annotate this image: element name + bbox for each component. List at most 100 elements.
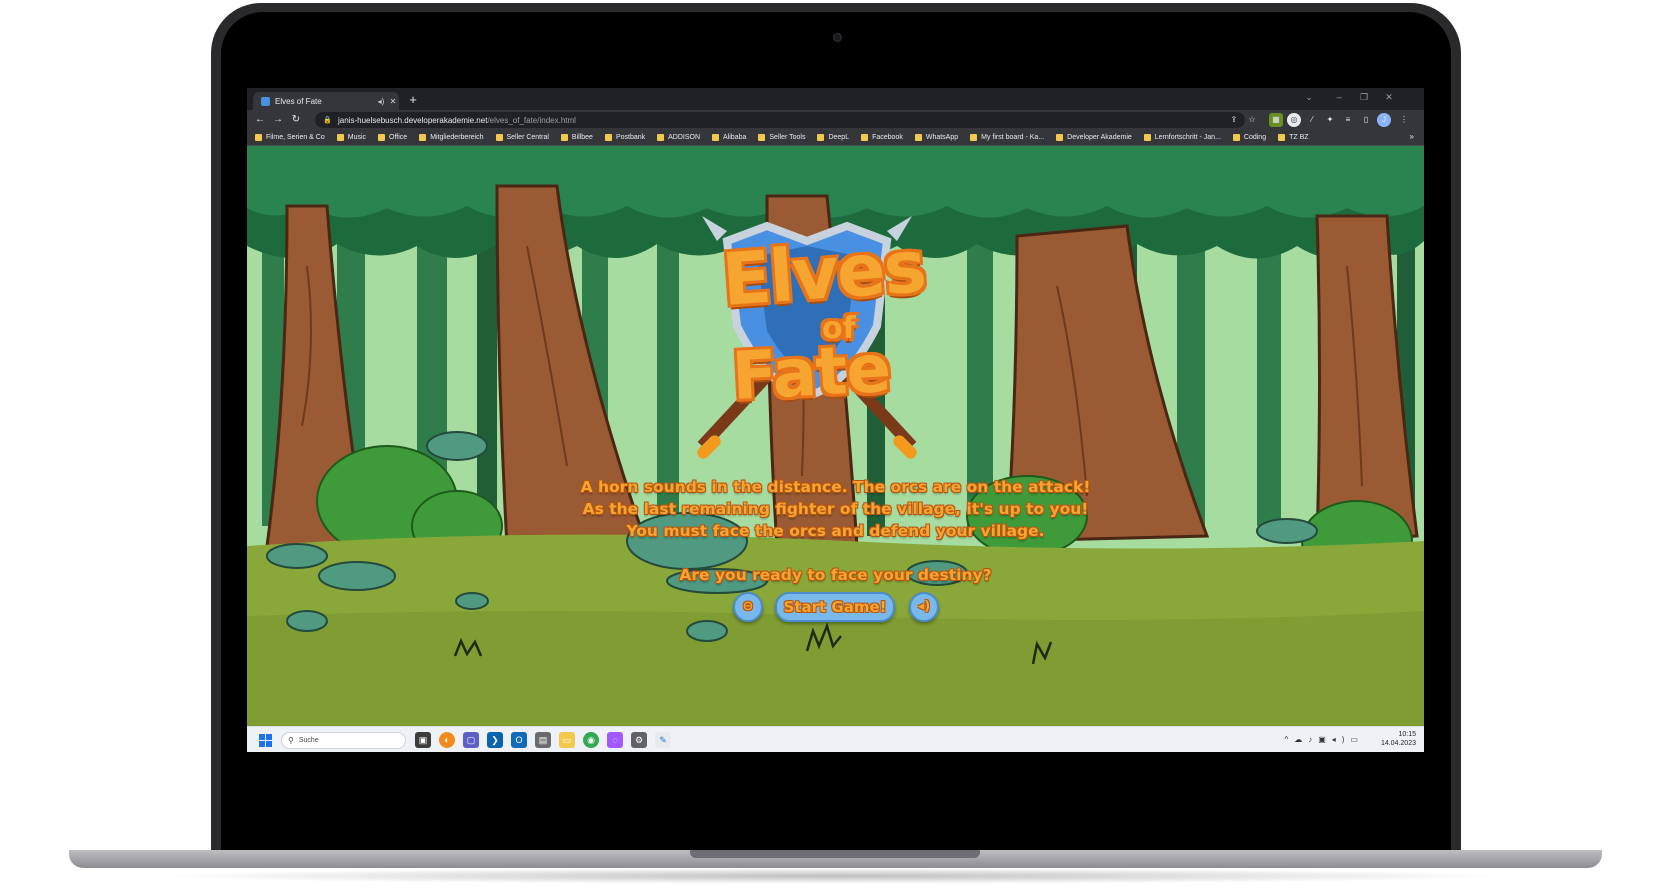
browser-toolbar: ← → ↻ 🔒 janis-huelsebusch.developerakade… bbox=[247, 110, 1424, 130]
puzzle-icon[interactable]: ✦ bbox=[1323, 113, 1337, 127]
bookmark-label: Mitgliederbereich bbox=[430, 134, 484, 141]
bookmark-folder-icon bbox=[914, 134, 922, 141]
controls-button[interactable]: ⊖ bbox=[733, 592, 763, 622]
browser-tab-strip: Elves of Fate ◂) ✕ + ⌄ – ❐ ✕ bbox=[247, 88, 1424, 110]
chat-icon[interactable]: ▢ bbox=[463, 732, 479, 748]
system-tray[interactable]: ^☁♪▣◂)▭ bbox=[1284, 735, 1364, 744]
calculator-icon[interactable]: ▤ bbox=[535, 732, 551, 748]
back-icon[interactable]: ← bbox=[253, 113, 267, 127]
bookmark-label: Postbank bbox=[615, 134, 646, 141]
bookmark-item[interactable]: Postbank bbox=[604, 134, 646, 141]
settings-icon[interactable]: ⚙ bbox=[631, 732, 647, 748]
webcam bbox=[833, 33, 842, 42]
bookmark-folder-icon bbox=[861, 134, 869, 141]
bookmark-folder-icon bbox=[1278, 134, 1286, 141]
favicon-icon bbox=[261, 96, 270, 106]
story-line: You must face the orcs and defend your v… bbox=[626, 522, 1045, 540]
restore-icon[interactable]: ❐ bbox=[1357, 92, 1371, 103]
game-logo: Elves of Fate bbox=[719, 206, 962, 436]
minimize-icon[interactable]: – bbox=[1332, 92, 1346, 102]
clock-time: 10:15 bbox=[1398, 731, 1416, 738]
vscode-icon[interactable]: ❯ bbox=[487, 732, 503, 748]
search-icon: ⚲ bbox=[288, 736, 294, 745]
bookmark-item[interactable]: Mitgliederbereich bbox=[419, 134, 484, 141]
bookmarks-overflow-button[interactable]: » bbox=[1410, 132, 1414, 141]
laptop-base-notch bbox=[690, 850, 980, 858]
bookmark-item[interactable]: Office bbox=[378, 134, 407, 141]
bookmark-folder-icon bbox=[1232, 134, 1240, 141]
start-game-button[interactable]: Start Game! bbox=[775, 592, 895, 622]
close-icon[interactable]: ✕ bbox=[387, 97, 399, 106]
menu-icon[interactable]: ⋮ bbox=[1397, 113, 1411, 127]
tab-title: Elves of Fate bbox=[275, 96, 322, 106]
taskbar-search-input[interactable]: ⚲ Suche bbox=[281, 732, 406, 749]
bookmark-item[interactable]: Billbee bbox=[560, 134, 593, 141]
laptop-mockup: Elves of Fate ◂) ✕ + ⌄ – ❐ ✕ ← → ↻ 🔒 jan… bbox=[0, 0, 1666, 895]
file-explorer-icon[interactable]: ▭ bbox=[559, 732, 575, 748]
extension-icon[interactable]: ▦ bbox=[1269, 113, 1283, 127]
bookmark-label: Seller Tools bbox=[769, 134, 806, 141]
share-icon[interactable]: ⇪ bbox=[1227, 113, 1241, 127]
bookmark-label: Lernfortschritt - Jan... bbox=[1154, 134, 1221, 141]
extension-icon[interactable]: ⁄ bbox=[1305, 113, 1319, 127]
extension-icon[interactable]: ◎ bbox=[1287, 113, 1301, 127]
clock-date: 14.04.2023 bbox=[1380, 740, 1416, 747]
bookmark-item[interactable]: DeepL bbox=[817, 134, 849, 141]
logo-word-fate: Fate bbox=[730, 329, 892, 416]
bookmark-item[interactable]: WhatsApp bbox=[914, 134, 958, 141]
url-path: /elves_of_fate/index.html bbox=[487, 115, 576, 125]
bookmark-item[interactable]: Facebook bbox=[861, 134, 903, 141]
bookmark-folder-icon bbox=[712, 134, 720, 141]
app-icon[interactable]: ◐ bbox=[439, 732, 455, 748]
close-window-icon[interactable]: ✕ bbox=[1382, 92, 1396, 103]
star-icon[interactable]: ☆ bbox=[1245, 113, 1259, 127]
bookmark-folder-icon bbox=[604, 134, 612, 141]
bookmark-item[interactable]: Seller Central bbox=[495, 134, 549, 141]
windows-start-icon[interactable] bbox=[259, 734, 272, 747]
bookmark-label: Seller Central bbox=[506, 134, 549, 141]
speaker-icon[interactable]: ◂) bbox=[375, 97, 387, 106]
reload-icon[interactable]: ↻ bbox=[289, 113, 303, 127]
bookmark-item[interactable]: Lernfortschritt - Jan... bbox=[1143, 134, 1221, 141]
story-line: As the last remaining fighter of the vil… bbox=[582, 500, 1089, 518]
bookmark-item[interactable]: Coding bbox=[1232, 134, 1267, 141]
bookmark-item[interactable]: Music bbox=[336, 134, 366, 141]
bookmark-item[interactable]: My first board - Ka... bbox=[970, 134, 1044, 141]
bookmark-item[interactable]: Alibaba bbox=[712, 134, 746, 141]
destiny-question: Are you ready to face your destiny? bbox=[679, 566, 992, 584]
bookmark-item[interactable]: Developer Akademie bbox=[1056, 134, 1132, 141]
outlook-icon[interactable]: O bbox=[511, 732, 527, 748]
bookmark-item[interactable]: Seller Tools bbox=[758, 134, 805, 141]
app-icon[interactable]: ◌ bbox=[607, 732, 623, 748]
side-panel-icon[interactable]: ▯ bbox=[1359, 113, 1373, 127]
browser-tab[interactable]: Elves of Fate ◂) ✕ bbox=[253, 92, 399, 110]
forward-icon[interactable]: → bbox=[271, 113, 285, 127]
bookmark-label: My first board - Ka... bbox=[981, 134, 1045, 141]
address-bar[interactable]: 🔒 janis-huelsebusch.developerakademie.ne… bbox=[315, 112, 1245, 128]
bookmark-folder-icon bbox=[657, 134, 665, 141]
bookmark-folder-icon bbox=[255, 134, 262, 141]
clock[interactable]: 10:15 14.04.2023 bbox=[1381, 730, 1416, 748]
new-tab-button[interactable]: + bbox=[405, 92, 421, 108]
avatar[interactable]: J bbox=[1377, 113, 1391, 127]
bookmark-folder-icon bbox=[495, 134, 503, 141]
task-view-icon[interactable]: ▣ bbox=[415, 732, 431, 748]
logo-word-elves: Elves bbox=[719, 224, 928, 322]
search-placeholder: Suche bbox=[298, 737, 319, 744]
reading-list-icon[interactable]: ≡ bbox=[1341, 113, 1355, 127]
chrome-icon[interactable]: ◉ bbox=[583, 732, 599, 748]
game-canvas[interactable]: Elves of Fate A horn sounds in the dista… bbox=[247, 146, 1424, 726]
lock-icon: 🔒 bbox=[323, 117, 332, 124]
bookmark-folder-icon bbox=[378, 134, 386, 141]
bookmark-item[interactable]: TZ BZ bbox=[1278, 134, 1309, 141]
bookmark-label: Coding bbox=[1243, 134, 1267, 141]
speaker-icon: ◂) bbox=[917, 599, 931, 614]
bookmark-folder-icon bbox=[817, 134, 825, 141]
url-host: janis-huelsebusch.developerakademie.net bbox=[338, 115, 488, 125]
bookmark-folder-icon bbox=[1143, 134, 1151, 141]
sound-toggle-button[interactable]: ◂) bbox=[909, 592, 939, 622]
bookmark-item[interactable]: Filme, Serien & Co bbox=[255, 134, 325, 141]
app-icon[interactable]: ✎ bbox=[655, 732, 671, 748]
bookmark-item[interactable]: ADDISON bbox=[657, 134, 700, 141]
chevron-down-icon[interactable]: ⌄ bbox=[1302, 92, 1316, 103]
